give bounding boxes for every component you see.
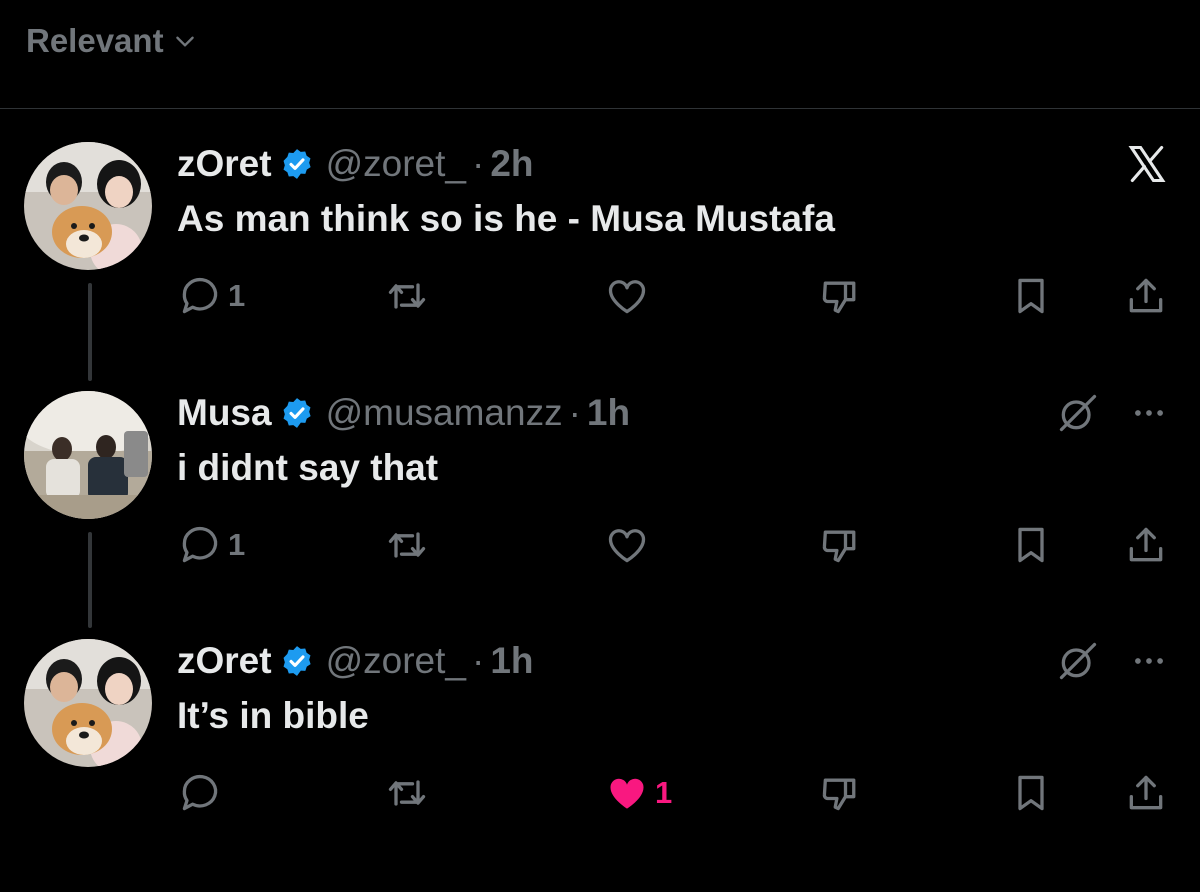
display-name[interactable]: zOret [177,144,272,184]
username[interactable]: @zoret_ [326,144,466,184]
like-button[interactable] [605,274,655,318]
more-options-button[interactable] [1130,391,1168,435]
action-bar: 1 [0,274,1200,318]
avatar[interactable] [24,142,152,270]
reply-count: 1 [228,527,246,562]
sort-dropdown[interactable]: Relevant [26,22,198,60]
chevron-down-icon [175,36,194,47]
post[interactable]: Musa @musamanzz · 1h i didnt say that 1 [0,391,1200,641]
heart-icon [605,523,649,567]
bookmark-button[interactable] [1009,771,1053,815]
downvote-button[interactable] [818,274,862,318]
share-icon [1124,771,1168,815]
downvote-button[interactable] [818,771,862,815]
grok-icon [1056,639,1100,683]
like-button[interactable] [605,523,655,567]
more-options-button[interactable] [1130,639,1168,683]
action-bar: 1 [0,523,1200,567]
grok-button[interactable] [1056,639,1100,683]
bookmark-icon [1009,523,1053,567]
heart-filled-icon [605,771,649,815]
share-button[interactable] [1124,274,1168,318]
more-icon [1130,642,1168,680]
grok-button[interactable] [1056,391,1100,435]
reply-count: 1 [228,278,246,313]
downvote-button[interactable] [818,523,862,567]
display-name[interactable]: zOret [177,641,272,681]
avatar[interactable] [24,391,152,519]
timestamp[interactable]: 2h [490,144,533,184]
separator-dot: · [568,392,581,433]
repost-button[interactable] [385,771,429,815]
post-text: i didnt say that [177,447,439,488]
post-header: zOret @zoret_ · 1h [177,641,534,681]
heart-icon [605,274,649,318]
thumbs-down-icon [818,523,862,567]
separator-dot: · [471,640,485,681]
repost-icon [385,523,429,567]
post-header: zOret @zoret_ · 2h [177,144,534,184]
avatar[interactable] [24,639,152,767]
repost-icon [385,771,429,815]
share-button[interactable] [1124,771,1168,815]
reply-button[interactable]: 1 [178,274,245,318]
post[interactable]: zOret @zoret_ · 2h As man think so is he… [0,142,1200,392]
timestamp[interactable]: 1h [490,641,533,681]
post[interactable]: zOret @zoret_ · 1h It’s in bible 1 [0,639,1200,889]
reply-icon [178,523,222,567]
bookmark-icon [1009,274,1053,318]
bookmark-button[interactable] [1009,274,1053,318]
x-logo-icon [1124,142,1170,186]
grok-icon [1056,391,1100,435]
sort-label: Relevant [26,22,164,59]
like-button[interactable]: 1 [605,771,672,815]
repost-icon [385,274,429,318]
username[interactable]: @zoret_ [326,641,466,681]
bookmark-icon [1009,771,1053,815]
reply-button[interactable]: 1 [178,523,245,567]
timestamp[interactable]: 1h [587,393,630,433]
repost-button[interactable] [385,274,429,318]
thumbs-down-icon [818,274,862,318]
display-name[interactable]: Musa [177,393,272,433]
post-header: Musa @musamanzz · 1h [177,393,630,433]
like-count: 1 [655,775,673,810]
verified-badge-icon [280,147,314,181]
username[interactable]: @musamanzz [326,393,563,433]
reply-icon [178,274,222,318]
post-text: It’s in bible [177,695,369,736]
share-button[interactable] [1124,523,1168,567]
more-icon [1130,394,1168,432]
bookmark-button[interactable] [1009,523,1053,567]
share-icon [1124,274,1168,318]
verified-badge-icon [280,396,314,430]
reply-icon [178,771,222,815]
separator-dot: · [471,143,485,184]
post-text: As man think so is he - Musa Mustafa [177,198,835,239]
action-bar: 1 [0,771,1200,815]
share-icon [1124,523,1168,567]
repost-button[interactable] [385,523,429,567]
top-bar: Relevant [0,0,1200,109]
thumbs-down-icon [818,771,862,815]
reply-button[interactable] [178,771,228,815]
verified-badge-icon [280,644,314,678]
